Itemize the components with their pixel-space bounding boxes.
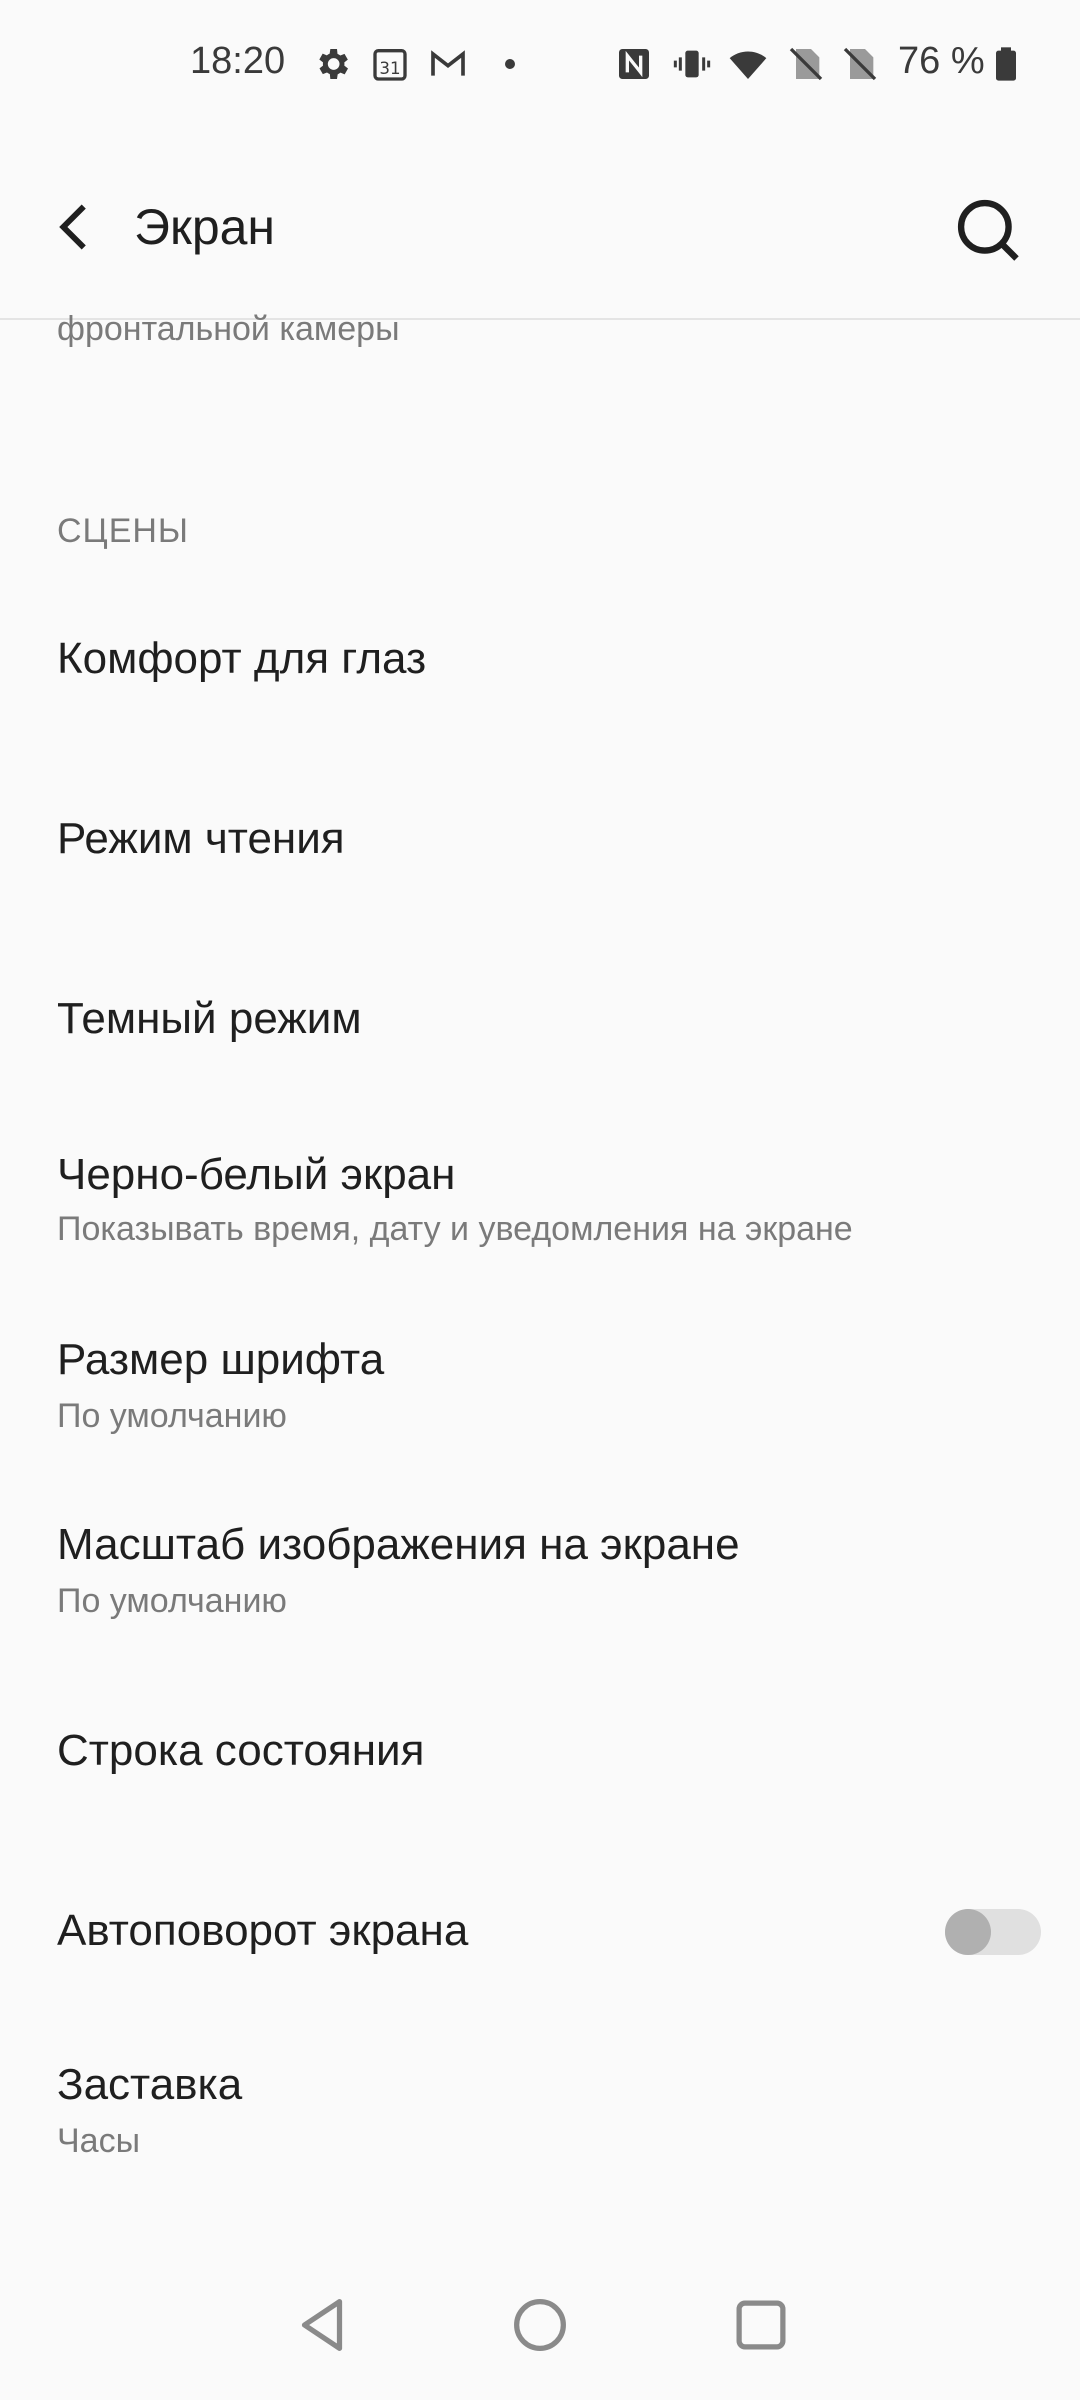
no-sim-icon: [789, 47, 823, 81]
section-header-scenes: СЦЕНЫ: [57, 512, 190, 550]
nav-back-icon[interactable]: [287, 2290, 357, 2360]
list-item-dark-mode[interactable]: Темный режим: [0, 960, 1080, 1080]
item-title: Строка состояния: [57, 1726, 425, 1775]
list-item-monochrome-screen[interactable]: Черно-белый экран Показывать время, дату…: [0, 1130, 1080, 1270]
item-title: Комфорт для глаз: [57, 634, 427, 683]
list-item-reading-mode[interactable]: Режим чтения: [0, 780, 1080, 900]
item-subtitle: Показывать время, дату и уведомления на …: [57, 1210, 853, 1248]
item-subtitle: Часы: [57, 2122, 141, 2160]
wifi-icon: [729, 51, 767, 79]
item-subtitle: По умолчанию: [57, 1397, 287, 1435]
battery-icon: [996, 47, 1016, 81]
list-item-display-scale[interactable]: Масштаб изображения на экране По умолчан…: [0, 1500, 1080, 1640]
battery-percent: 76 %: [898, 40, 985, 82]
list-item-auto-rotate[interactable]: Автоповорот экрана: [0, 1870, 1080, 1990]
item-title: Черно-белый экран: [57, 1150, 456, 1199]
no-sim-icon: [843, 47, 877, 81]
search-icon[interactable]: [950, 192, 1026, 268]
item-title: Размер шрифта: [57, 1335, 385, 1384]
auto-rotate-toggle[interactable]: [945, 1909, 1041, 1955]
svg-text:31: 31: [379, 59, 400, 78]
page-title: Экран: [134, 199, 276, 255]
item-title: Масштаб изображения на экране: [57, 1520, 740, 1569]
vibrate-icon: [673, 50, 711, 78]
status-bar: 18:20 31 76 %: [0, 0, 1080, 130]
clipped-item-subtitle: фронтальной камеры: [57, 310, 400, 348]
list-item-font-size[interactable]: Размер шрифта По умолчанию: [0, 1315, 1080, 1455]
item-title: Режим чтения: [57, 814, 345, 863]
calendar-icon: 31: [373, 49, 407, 81]
toggle-knob: [945, 1909, 991, 1955]
item-title: Автоповорот экрана: [57, 1906, 469, 1955]
navigation-bar: [0, 2250, 1080, 2400]
display-settings-screen: 18:20 31 76 % Экран фронтальной камеры С…: [0, 0, 1080, 2400]
item-subtitle: По умолчанию: [57, 1582, 287, 1620]
nav-home-icon[interactable]: [505, 2290, 575, 2360]
app-bar: Экран: [0, 130, 1080, 320]
item-title: Заставка: [57, 2060, 243, 2109]
status-time: 18:20: [190, 40, 286, 82]
list-item-status-bar[interactable]: Строка состояния: [0, 1690, 1080, 1810]
nav-recents-icon[interactable]: [726, 2290, 796, 2360]
gear-icon: [319, 49, 348, 79]
back-arrow-icon[interactable]: [40, 192, 110, 262]
list-item-eye-comfort[interactable]: Комфорт для глаз: [0, 600, 1080, 720]
list-item-screensaver[interactable]: Заставка Часы: [0, 2040, 1080, 2180]
gmail-icon: [431, 50, 465, 76]
dot-icon: [505, 59, 515, 69]
item-title: Темный режим: [57, 994, 362, 1043]
nfc-icon: [619, 49, 649, 79]
